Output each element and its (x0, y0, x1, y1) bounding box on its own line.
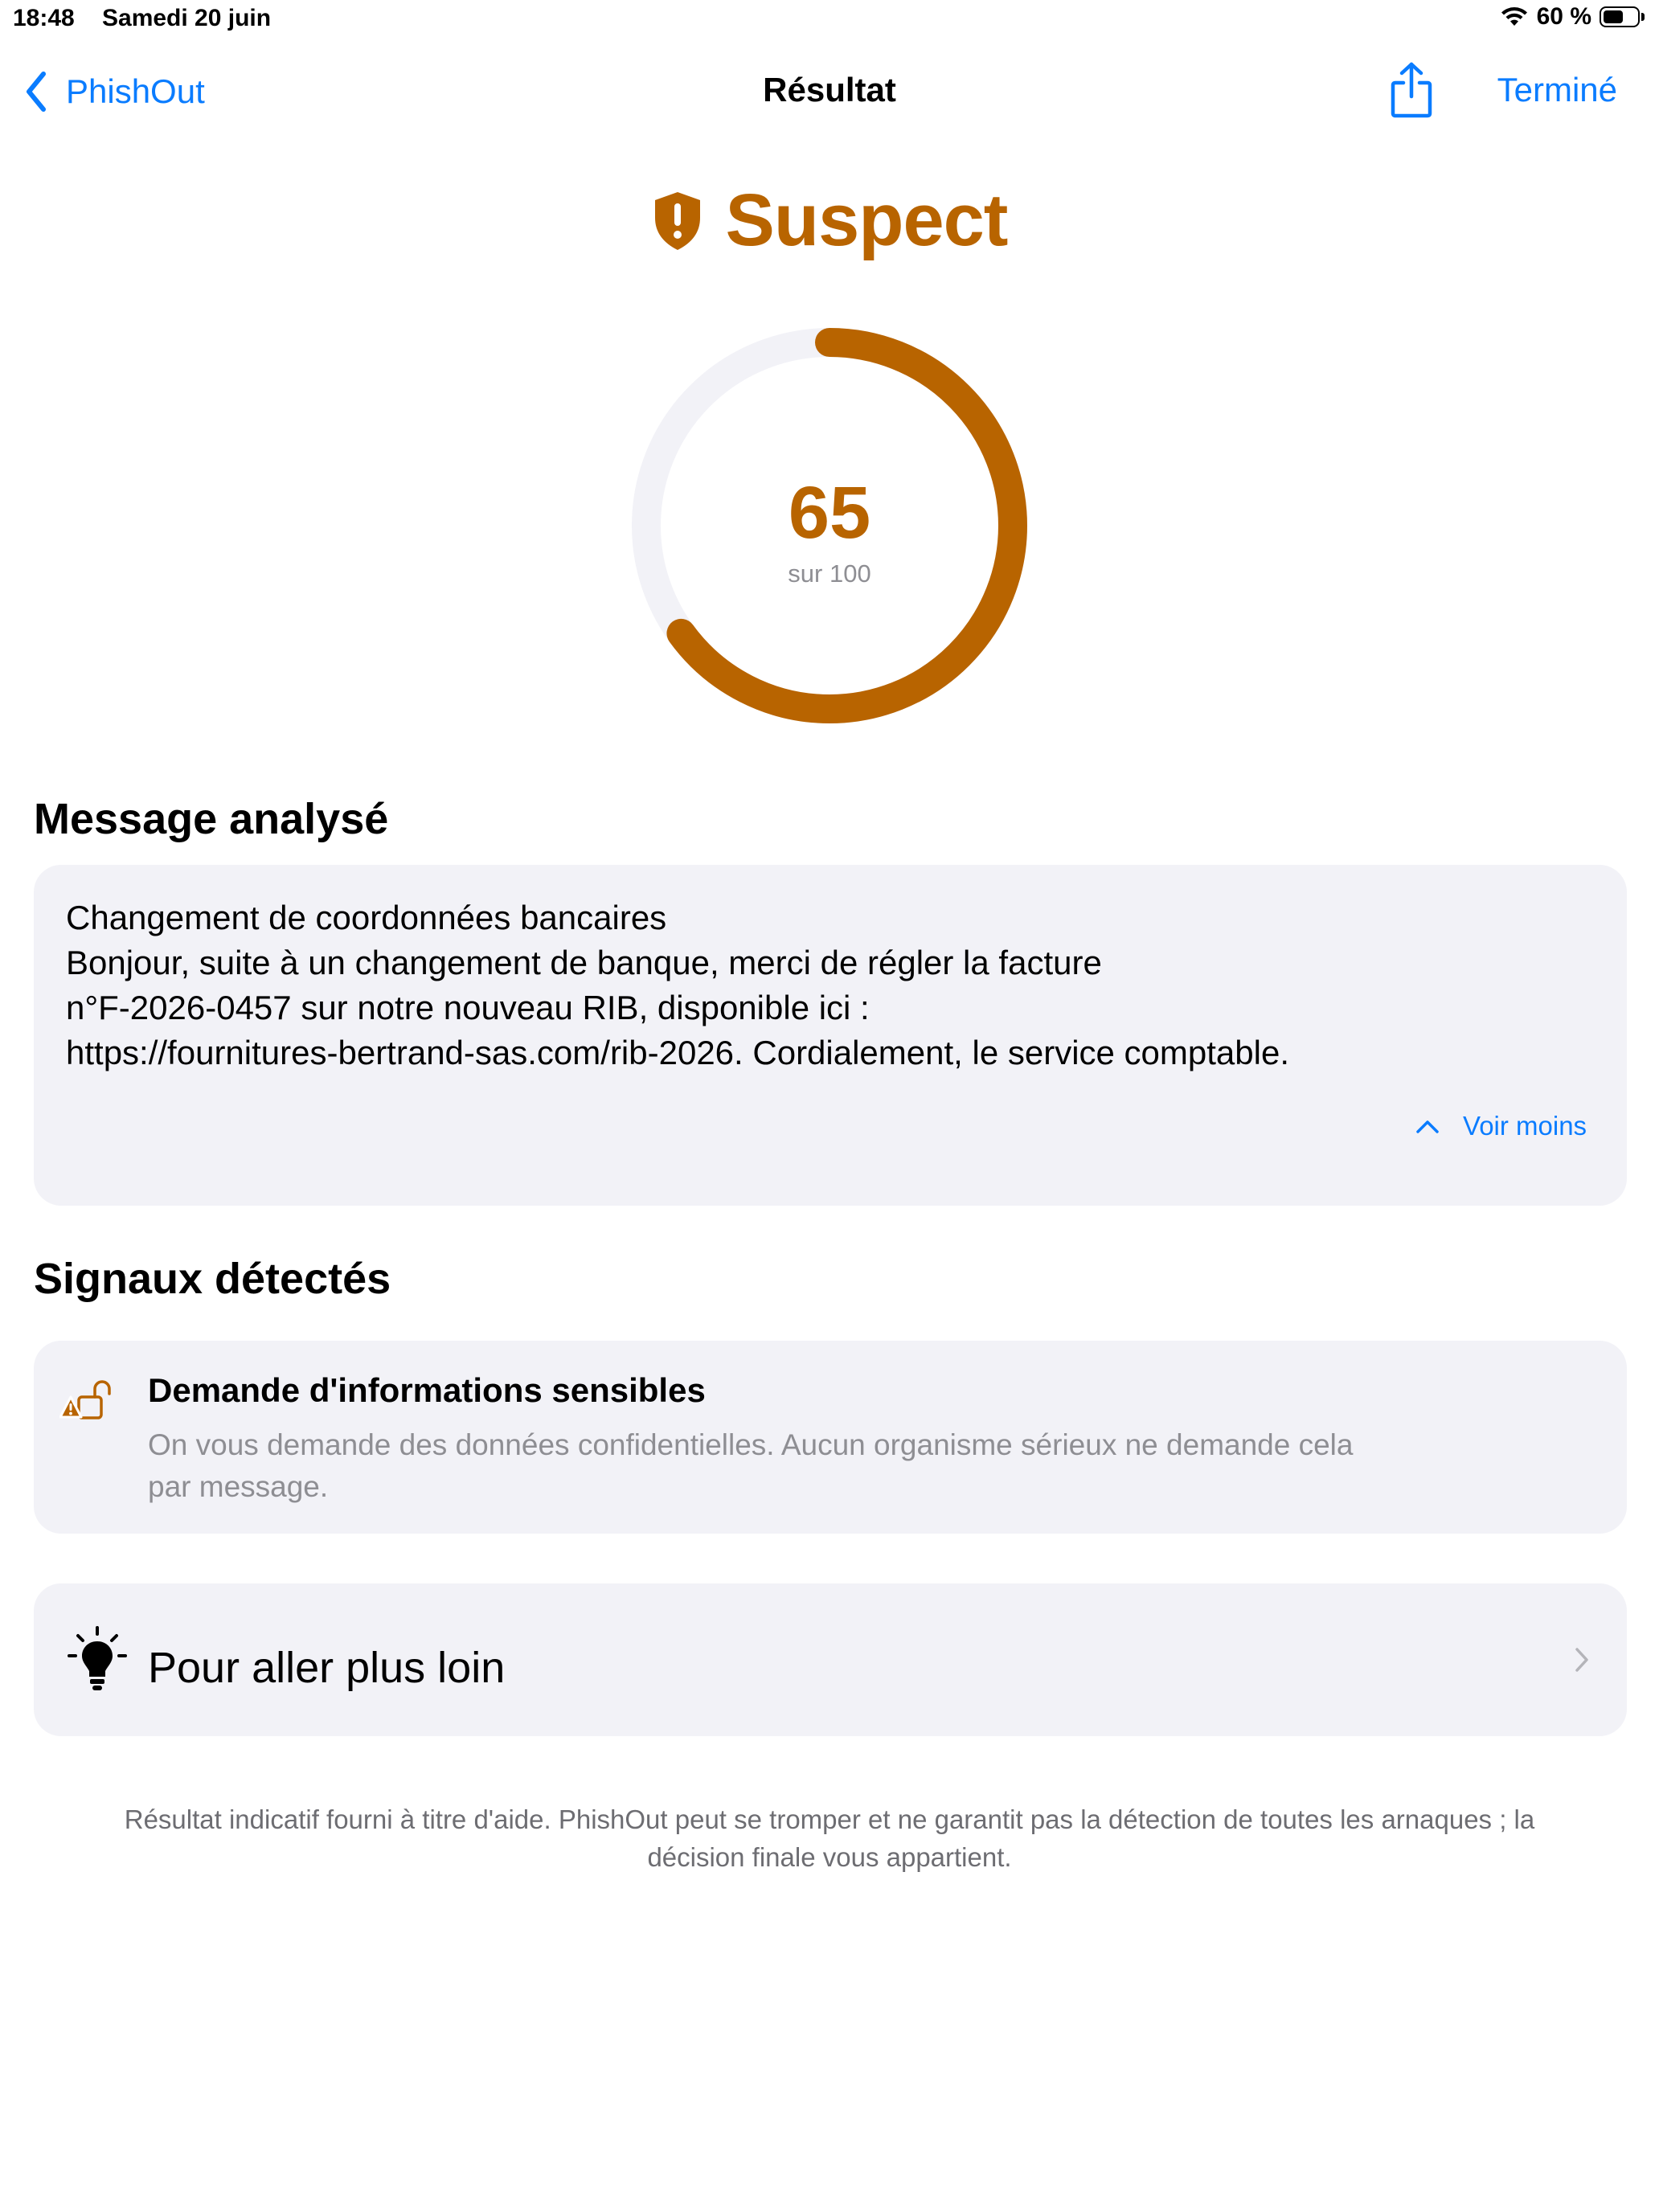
share-button[interactable] (1389, 61, 1434, 119)
status-time: 18:48 (13, 5, 75, 31)
message-line: Bonjour, suite à un changement de banque… (66, 944, 1102, 981)
disclaimer: Résultat indicatif fourni à titre d'aide… (64, 1800, 1595, 1876)
lock-open-warning-icon (59, 1380, 111, 1419)
message-line: https://fournitures-bertrand-sas.com/rib… (66, 1034, 1290, 1071)
wifi-icon (1501, 7, 1527, 26)
signals-section-title: Signaux détectés (34, 1255, 391, 1303)
battery-percent: 60 % (1536, 3, 1591, 30)
score-value: 65 (788, 472, 871, 554)
message-line: Changement de coordonnées bancaires (66, 899, 667, 936)
disclaimer-line: décision finale vous appartient. (647, 1842, 1012, 1872)
learn-more-label: Pour aller plus loin (148, 1644, 506, 1692)
see-less-button[interactable]: Voir moins (1415, 1111, 1587, 1141)
verdict-banner: Suspect (0, 178, 1659, 263)
score-max: sur 100 (788, 559, 871, 588)
message-section-title: Message analysé (34, 795, 389, 843)
status-indicators: 60 % (1500, 3, 1648, 31)
chevron-up-icon (1416, 1120, 1439, 1133)
signal-description-line: On vous demande des données confidentiel… (148, 1428, 1354, 1461)
verdict-label: Suspect (725, 179, 1009, 261)
share-icon (1391, 62, 1432, 118)
lightbulb-icon (68, 1626, 127, 1690)
see-less-label: Voir moins (1463, 1111, 1587, 1141)
battery-icon (1600, 5, 1648, 29)
message-line: n°F-2026-0457 sur notre nouveau RIB, dis… (66, 989, 870, 1026)
disclaimer-line: Résultat indicatif fourni à titre d'aide… (124, 1804, 1535, 1834)
chevron-right-icon (1575, 1648, 1588, 1672)
signal-description: On vous demande des données confidentiel… (148, 1424, 1514, 1508)
status-date: Samedi 20 juin (102, 5, 272, 31)
signal-description-line: par message. (148, 1470, 329, 1503)
shield-exclamation-icon (654, 191, 700, 250)
signal-title: Demande d'informations sensibles (148, 1371, 706, 1409)
done-button[interactable]: Terminé (1497, 71, 1617, 109)
